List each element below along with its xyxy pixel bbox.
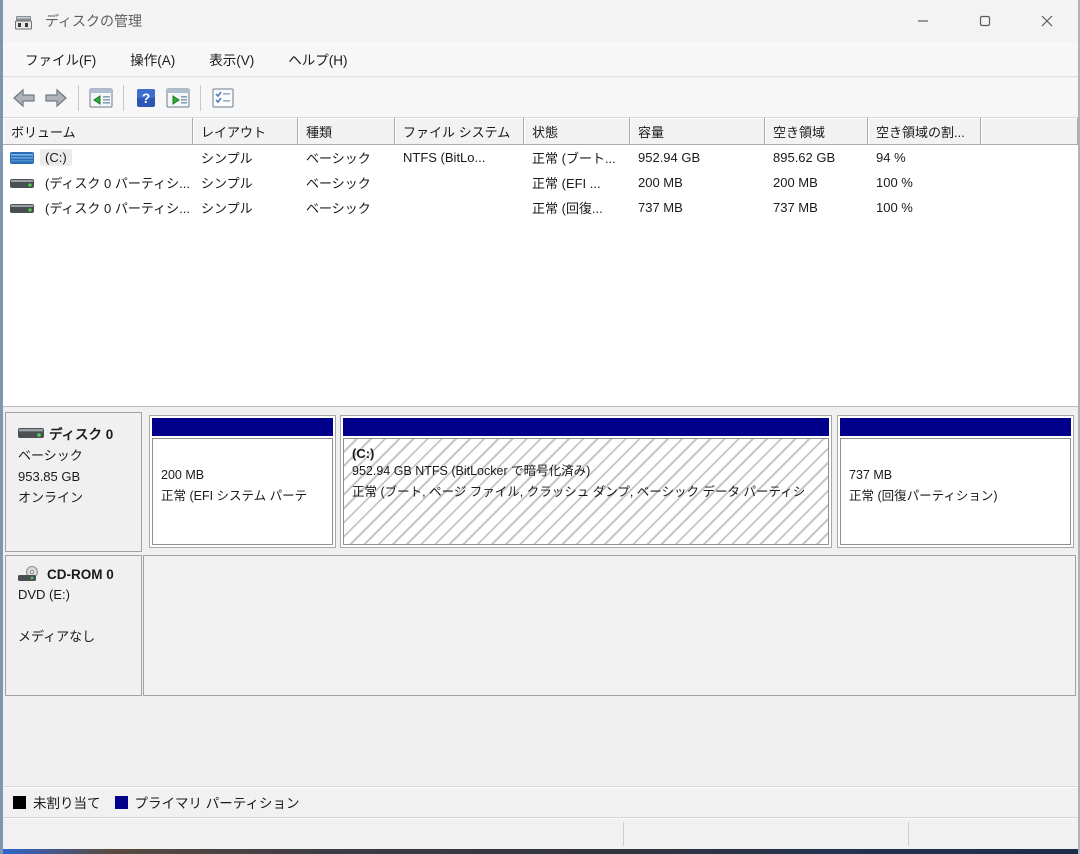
cell-free-space: 895.62 GB: [765, 145, 868, 170]
partition-color-bar: [152, 418, 333, 436]
hard-disk-icon: [10, 177, 34, 189]
col-free-space[interactable]: 空き領域: [765, 118, 868, 145]
back-icon[interactable]: [9, 83, 39, 113]
cell-capacity: 200 MB: [630, 170, 765, 195]
svg-text:?: ?: [142, 90, 151, 106]
cdrom-drive: DVD (E:): [18, 587, 133, 603]
col-layout[interactable]: レイアウト: [193, 118, 298, 145]
window-title: ディスクの管理: [45, 11, 142, 31]
toolbar-separator: [200, 85, 201, 111]
menu-help[interactable]: ヘルプ(H): [274, 43, 361, 75]
disk0-status: オンライン: [18, 490, 133, 506]
cell-filesystem: [395, 195, 524, 220]
cell-free-pct: 100 %: [868, 195, 981, 220]
partition-efi[interactable]: 200 MB 正常 (EFI システム パーテ: [149, 415, 336, 548]
cell-layout: シンプル: [193, 195, 298, 220]
cell-free-pct: 94 %: [868, 145, 981, 170]
volume-list-header: ボリューム レイアウト 種類 ファイル システム 状態 容量 空き領域 空き領域…: [3, 118, 1078, 145]
menu-bar: ファイル(F) 操作(A) 表示(V) ヘルプ(H): [3, 42, 1078, 77]
primary-partition-label: プライマリ パーティション: [135, 792, 300, 812]
title-bar: ディスクの管理: [3, 0, 1078, 42]
volume-row-efi[interactable]: (ディスク 0 パーティシ... シンプル ベーシック 正常 (EFI ... …: [3, 170, 1078, 195]
volume-name: (ディスク 0 パーティシ...: [40, 172, 193, 193]
cdrom-media: メディアなし: [18, 629, 133, 645]
col-capacity[interactable]: 容量: [630, 118, 765, 145]
disk0-partitions: 200 MB 正常 (EFI システム パーテ (C:) 952.94 GB N…: [143, 415, 1078, 552]
disk0-size: 953.85 GB: [18, 469, 133, 485]
cd-rom-icon: [18, 566, 42, 582]
hard-disk-icon: [10, 202, 34, 214]
cdrom-region[interactable]: [143, 555, 1076, 696]
properties-icon[interactable]: [208, 83, 238, 113]
cell-type: ベーシック: [298, 195, 395, 220]
help-icon[interactable]: ?: [131, 83, 161, 113]
cell-free-pct: 100 %: [868, 170, 981, 195]
forward-icon[interactable]: [41, 83, 71, 113]
col-filesystem[interactable]: ファイル システム: [395, 118, 524, 145]
cell-status: 正常 (回復...: [524, 195, 630, 220]
action-pane-icon[interactable]: [163, 83, 193, 113]
hard-disk-icon: [10, 152, 34, 164]
volume-name: (C:): [40, 149, 72, 166]
status-separator: [623, 822, 624, 846]
volume-row-recovery[interactable]: (ディスク 0 パーティシ... シンプル ベーシック 正常 (回復... 73…: [3, 195, 1078, 220]
disk0-type: ベーシック: [18, 448, 133, 464]
partition-size: 952.94 GB NTFS (BitLocker で暗号化済み): [352, 461, 820, 482]
col-volume[interactable]: ボリューム: [3, 118, 193, 145]
toolbar-separator: [78, 85, 79, 111]
partition-status: 正常 (ブート, ページ ファイル, クラッシュ ダンプ, ベーシック データ …: [352, 482, 820, 503]
status-bar: [3, 817, 1078, 850]
cdrom-name: CD-ROM 0: [47, 567, 114, 582]
cell-status: 正常 (ブート...: [524, 145, 630, 170]
col-type[interactable]: 種類: [298, 118, 395, 145]
toolbar-separator: [123, 85, 124, 111]
console-tree-icon[interactable]: [86, 83, 116, 113]
cell-capacity: 952.94 GB: [630, 145, 765, 170]
app-icon: [15, 12, 35, 30]
cell-filesystem: [395, 170, 524, 195]
cell-filesystem: NTFS (BitLo...: [395, 145, 524, 170]
legend-bar: 未割り当て プライマリ パーティション: [3, 786, 1078, 817]
cell-status: 正常 (EFI ...: [524, 170, 630, 195]
volume-row-c[interactable]: (C:) シンプル ベーシック NTFS (BitLo... 正常 (ブート..…: [3, 145, 1078, 170]
cell-free-space: 737 MB: [765, 195, 868, 220]
partition-color-bar: [343, 418, 829, 436]
close-button[interactable]: [1016, 0, 1078, 42]
toolbar: ?: [3, 78, 1078, 118]
volume-name: (ディスク 0 パーティシ...: [40, 197, 193, 218]
cell-free-space: 200 MB: [765, 170, 868, 195]
cell-capacity: 737 MB: [630, 195, 765, 220]
status-separator: [908, 822, 909, 846]
disk-drive-icon: [18, 427, 44, 439]
volume-list: ボリューム レイアウト 種類 ファイル システム 状態 容量 空き領域 空き領域…: [3, 118, 1078, 407]
unallocated-swatch: [13, 796, 26, 809]
col-empty: [981, 118, 1078, 145]
partition-c[interactable]: (C:) 952.94 GB NTFS (BitLocker で暗号化済み) 正…: [340, 415, 832, 548]
unallocated-label: 未割り当て: [33, 792, 101, 812]
col-free-pct[interactable]: 空き領域の割...: [868, 118, 981, 145]
cell-layout: シンプル: [193, 170, 298, 195]
cell-layout: シンプル: [193, 145, 298, 170]
maximize-button[interactable]: [954, 0, 1016, 42]
menu-view[interactable]: 表示(V): [195, 43, 268, 75]
cell-type: ベーシック: [298, 145, 395, 170]
primary-partition-swatch: [115, 796, 128, 809]
menu-action[interactable]: 操作(A): [116, 43, 189, 75]
minimize-button[interactable]: [892, 0, 954, 42]
cdrom-info-panel[interactable]: CD-ROM 0 DVD (E:) メディアなし: [5, 555, 142, 696]
partition-status: 正常 (EFI システム パーテ: [161, 486, 324, 507]
partition-status: 正常 (回復パーティション): [849, 486, 1062, 507]
disk-management-window: ディスクの管理 ファイル(F) 操作(A) 表示(V) ヘルプ(H): [0, 0, 1080, 854]
col-status[interactable]: 状態: [524, 118, 630, 145]
disk0-name: ディスク 0: [49, 423, 113, 443]
partition-name: (C:): [352, 446, 820, 461]
partition-recovery[interactable]: 737 MB 正常 (回復パーティション): [837, 415, 1074, 548]
desktop-edge: [0, 849, 1080, 854]
partition-color-bar: [840, 418, 1071, 436]
menu-file[interactable]: ファイル(F): [11, 43, 110, 75]
partition-size: 737 MB: [849, 465, 1062, 486]
cell-type: ベーシック: [298, 170, 395, 195]
partition-size: 200 MB: [161, 465, 324, 486]
disk0-info-panel[interactable]: ディスク 0 ベーシック 953.85 GB オンライン: [5, 412, 142, 552]
